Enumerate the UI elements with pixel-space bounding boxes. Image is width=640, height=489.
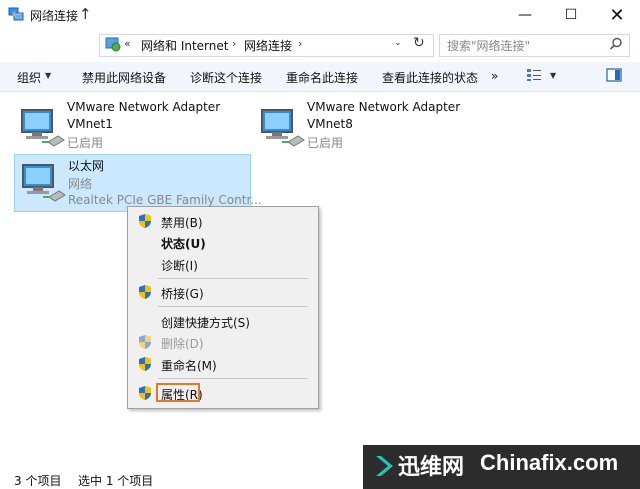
shield-icon [139, 357, 151, 371]
search-placeholder: 搜索"网络连接" [447, 39, 531, 53]
menu-item-label: 状态(U) [161, 237, 206, 251]
shield-icon [139, 386, 151, 400]
adapter-name: VMware Network Adapter [307, 100, 461, 114]
rename-connection-button[interactable]: 重命名此连接 [286, 69, 358, 86]
shield-icon [139, 335, 151, 349]
maximize-button[interactable]: ☐ [548, 0, 594, 30]
context-menu: 禁用(B) 状态(U) 诊断(I) 桥接(G) 创建快捷方式(S) 删除(D) … [127, 206, 319, 409]
properties-highlight-box [156, 383, 200, 402]
watermark-en-text: Chinafix.com [480, 450, 619, 475]
adapter-name: VMware Network Adapter [67, 100, 221, 114]
menu-item-label: 诊断(I) [161, 259, 198, 273]
forward-button[interactable]: → [36, 7, 47, 22]
adapter-network: VMnet1 [67, 117, 113, 131]
control-panel-icon [105, 37, 121, 52]
menu-item-label: 创建快捷方式(S) [161, 316, 250, 330]
adapter-status: 已启用 [67, 136, 104, 150]
menu-item-label: 删除(D) [161, 337, 204, 351]
status-selected-count: 选中 1 个项目 [78, 474, 154, 488]
minimize-button[interactable]: — [502, 0, 548, 30]
network-adapter-icon [261, 109, 305, 147]
recent-locations-button[interactable]: ⌄ [61, 10, 69, 21]
view-status-button[interactable]: 查看此连接的状态 [382, 69, 478, 86]
organize-dropdown-arrow[interactable]: ▼ [45, 71, 51, 80]
breadcrumb-separator[interactable]: › [298, 37, 302, 50]
shield-icon [139, 214, 151, 228]
adapter-vmnet1[interactable]: VMware Network Adapter VMnet1 已启用 [14, 100, 249, 158]
adapter-name: 以太网 [68, 159, 105, 173]
menu-item-create-shortcut[interactable]: 创建快捷方式(S) [128, 311, 318, 331]
menu-separator [158, 278, 308, 279]
adapter-status: 已启用 [307, 136, 344, 150]
adapter-vmnet8[interactable]: VMware Network Adapter VMnet8 已启用 [254, 100, 489, 158]
network-adapter-icon [22, 164, 66, 202]
breadcrumb-network-internet[interactable]: 网络和 Internet [141, 37, 228, 54]
adapter-network: 网络 [68, 177, 93, 191]
shield-icon [139, 285, 151, 299]
organize-button[interactable]: 组织 [17, 69, 41, 86]
menu-item-disable[interactable]: 禁用(B) [128, 211, 318, 231]
close-button[interactable]: ✕ [594, 0, 640, 30]
status-item-count: 3 个项目 [14, 474, 62, 488]
menu-item-diagnose[interactable]: 诊断(I) [128, 254, 318, 274]
menu-item-bridge[interactable]: 桥接(G) [128, 282, 318, 302]
watermark-cn-text: 迅维网 [398, 455, 465, 480]
breadcrumb-network-connections[interactable]: 网络连接 [244, 37, 292, 54]
menu-item-label: 重命名(M) [161, 359, 217, 373]
menu-separator [158, 378, 308, 379]
refresh-button[interactable]: ↻ [413, 35, 425, 51]
menu-item-status[interactable]: 状态(U) [128, 232, 318, 252]
more-commands-button[interactable]: » [491, 69, 498, 83]
menu-item-label: 桥接(G) [161, 287, 204, 301]
address-dropdown-button[interactable]: ⌄ [394, 38, 402, 48]
disable-device-button[interactable]: 禁用此网络设备 [82, 69, 166, 86]
breadcrumb-separator[interactable]: › [232, 37, 236, 50]
change-view-dropdown-arrow[interactable]: ▼ [550, 71, 556, 80]
adapter-device: Realtek PCIe GBE Family Contr... [68, 193, 262, 207]
menu-separator [158, 306, 308, 307]
back-button[interactable]: ← [12, 7, 23, 22]
breadcrumb-overflow-chevron[interactable]: « [124, 37, 131, 50]
network-adapter-icon [21, 109, 65, 147]
menu-item-delete: 删除(D) [128, 332, 318, 352]
adapter-network: VMnet8 [307, 117, 353, 131]
menu-item-rename[interactable]: 重命名(M) [128, 354, 318, 374]
watermark-logo-icon [376, 456, 393, 476]
up-button[interactable]: ↑ [79, 5, 92, 23]
search-icon[interactable] [609, 37, 623, 51]
change-view-icon[interactable] [526, 68, 542, 82]
diagnose-connection-button[interactable]: 诊断这个连接 [190, 69, 262, 86]
adapter-ethernet[interactable]: 以太网 网络 Realtek PCIe GBE Family Contr... [14, 154, 262, 212]
preview-pane-icon[interactable] [606, 68, 622, 82]
menu-item-label: 禁用(B) [161, 216, 203, 230]
